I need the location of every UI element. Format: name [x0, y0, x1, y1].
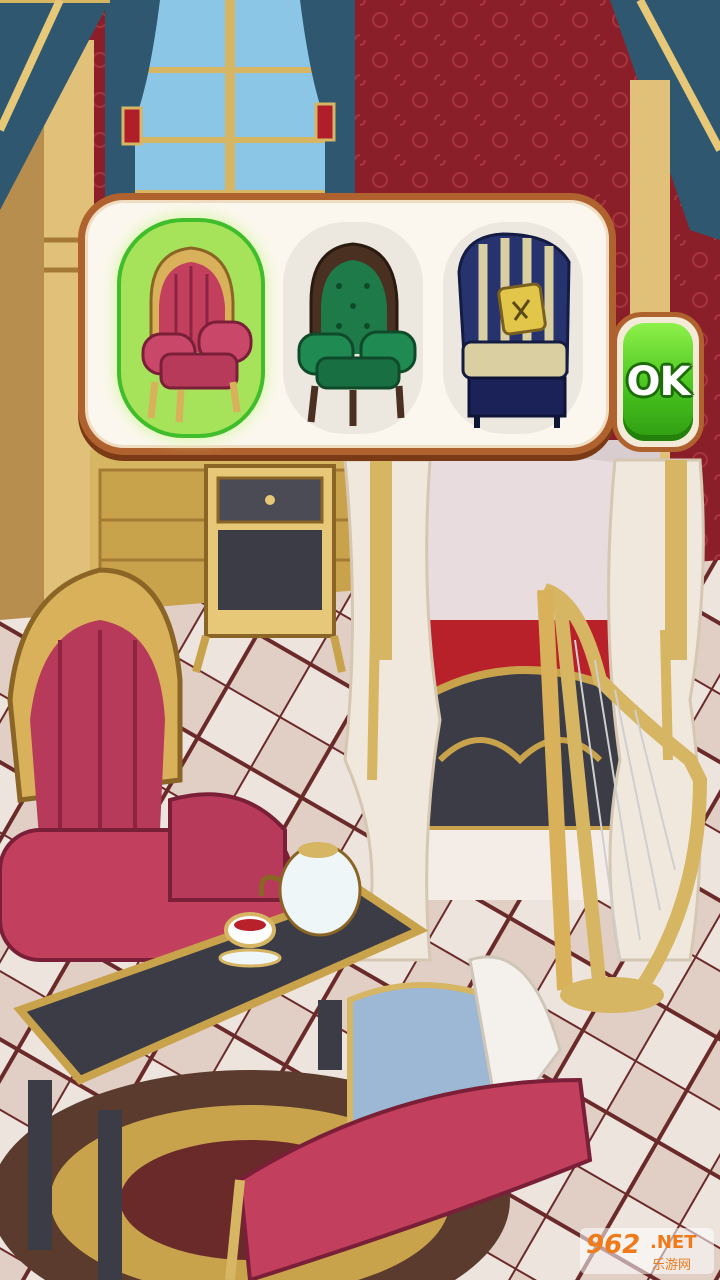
site-watermark: 962 .NET 乐游网	[580, 1228, 714, 1274]
watermark-subtitle: 乐游网	[652, 1258, 692, 1273]
furniture-selector-panel	[78, 193, 616, 455]
option-green-armchair[interactable]	[283, 222, 423, 434]
green-armchair-image	[297, 242, 417, 426]
watermark-logo: 962	[586, 1230, 641, 1260]
blue-wingback-chair-image	[457, 232, 571, 428]
option-pink-armchair[interactable]	[121, 222, 261, 434]
room-scene	[0, 0, 720, 1280]
ok-button[interactable]: OK	[612, 312, 704, 452]
ok-button-face: OK	[623, 323, 693, 441]
option-blue-wingback-chair[interactable]	[443, 222, 583, 434]
pink-armchair-image	[141, 246, 253, 423]
watermark-suffix: .NET	[650, 1232, 697, 1253]
ok-button-label: OK	[626, 359, 691, 405]
